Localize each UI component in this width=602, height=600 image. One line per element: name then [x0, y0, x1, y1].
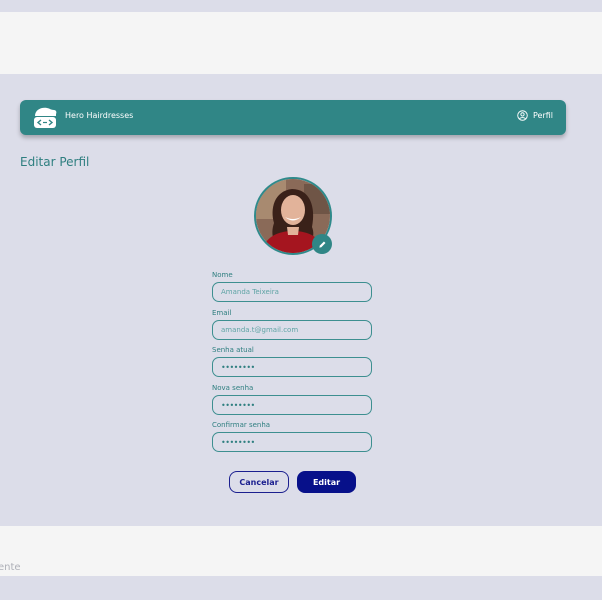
name-field[interactable]	[212, 282, 372, 302]
new-password-field[interactable]	[212, 395, 372, 415]
top-band	[0, 12, 602, 74]
user-circle-icon	[517, 110, 528, 121]
footer-partial-text: ente	[0, 562, 21, 573]
brand-name[interactable]: Hero Hairdresses	[65, 111, 133, 120]
email-field[interactable]	[212, 320, 372, 340]
edit-photo-button[interactable]	[312, 234, 332, 254]
page-title: Editar Perfil	[20, 155, 90, 169]
current-password-field[interactable]	[212, 357, 372, 377]
name-label: Nome	[212, 271, 233, 279]
brand-logo-icon[interactable]	[32, 106, 58, 129]
new-password-label: Nova senha	[212, 384, 254, 392]
current-password-label: Senha atual	[212, 346, 254, 354]
bottom-band	[0, 526, 602, 576]
confirm-password-label: Confirmar senha	[212, 421, 271, 429]
confirm-password-field[interactable]	[212, 432, 372, 452]
pencil-icon	[318, 241, 325, 248]
cancel-button[interactable]: Cancelar	[229, 471, 289, 493]
profile-link[interactable]: Perfil	[517, 110, 553, 121]
avatar-container	[254, 177, 332, 255]
email-label: Email	[212, 309, 232, 317]
profile-label: Perfil	[532, 111, 553, 120]
navbar: Hero Hairdresses Perfil	[20, 100, 566, 135]
edit-button[interactable]: Editar	[297, 471, 356, 493]
